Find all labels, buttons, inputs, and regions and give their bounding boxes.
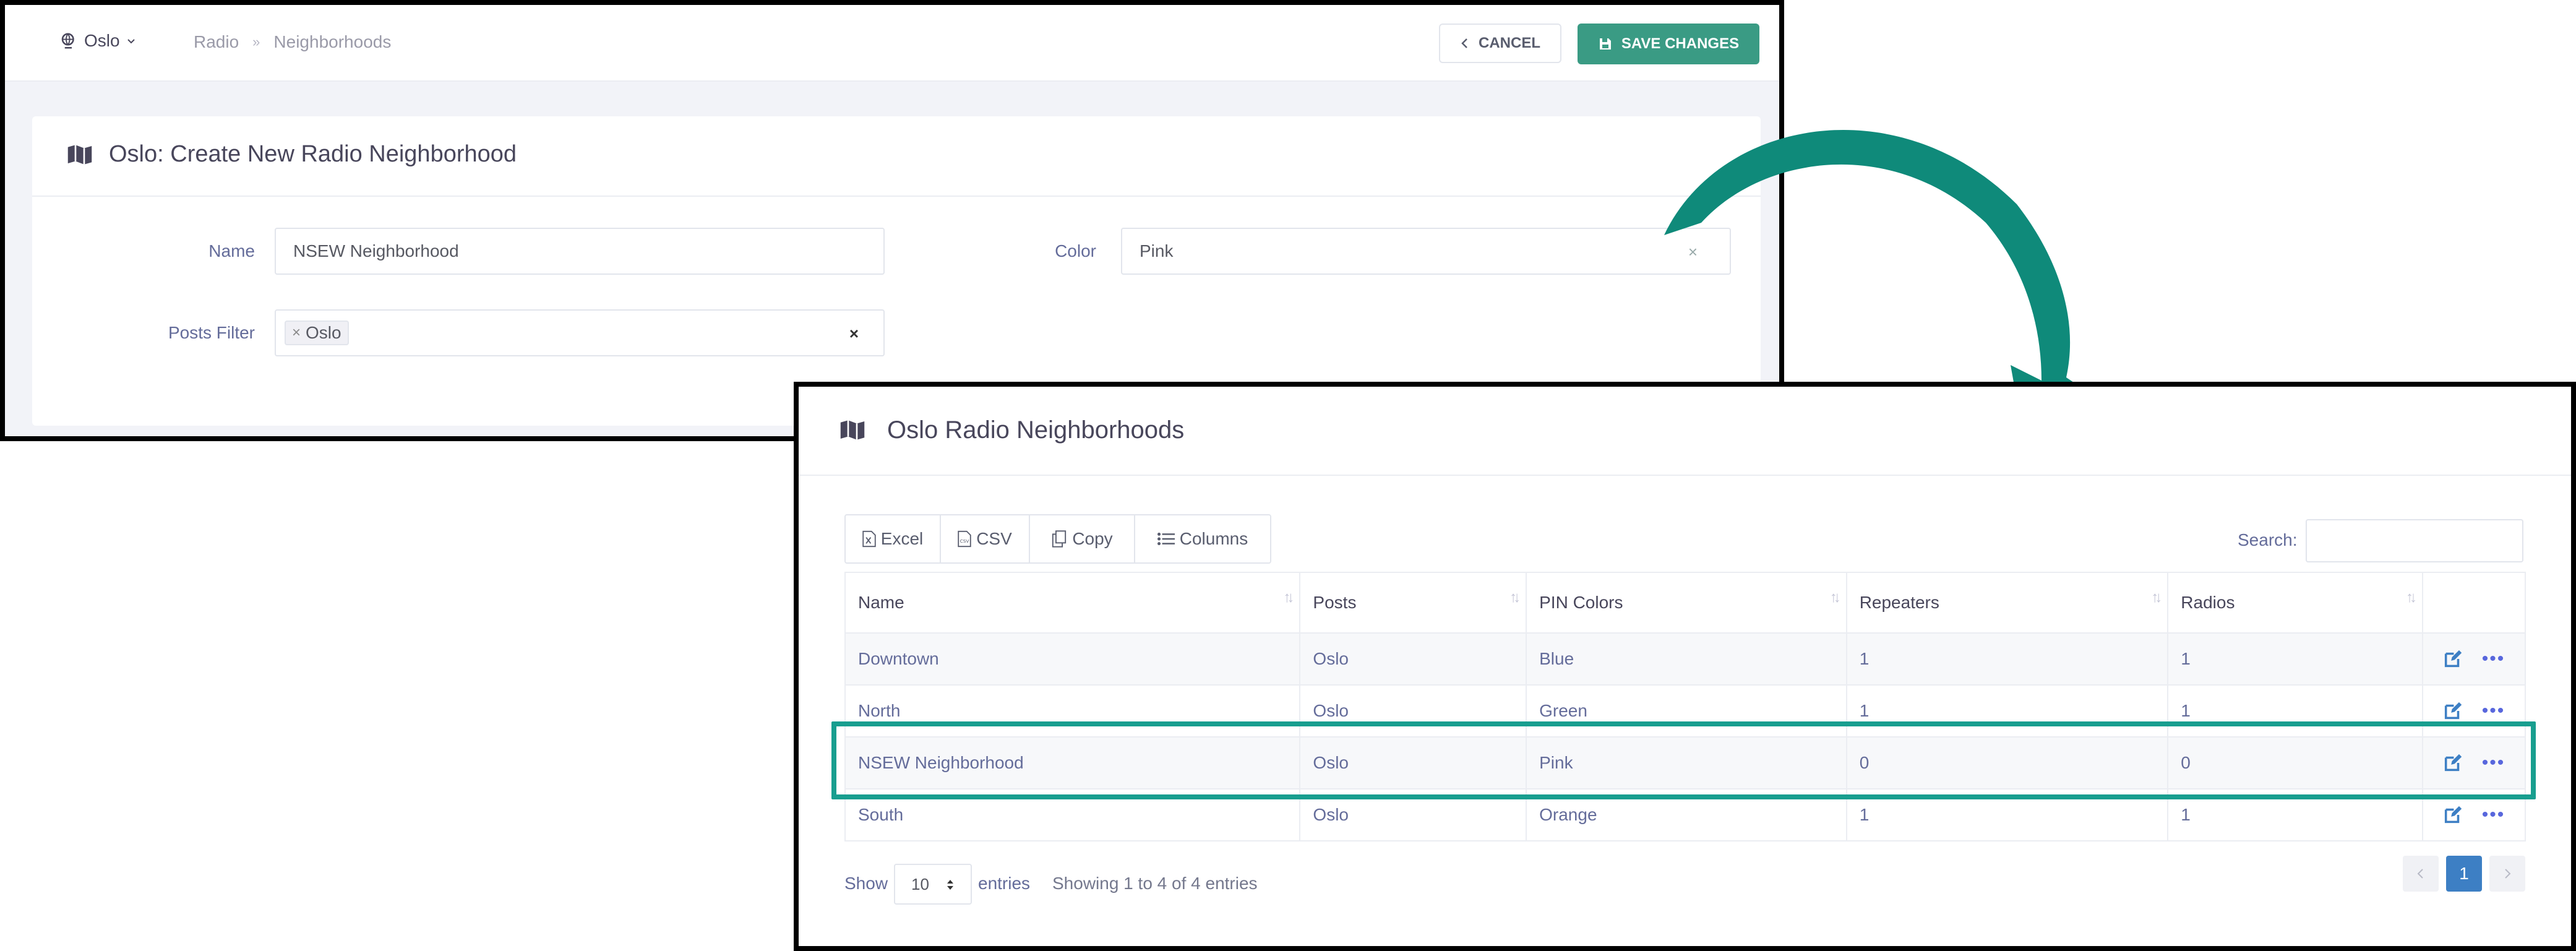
name-value: NSEW Neighborhood — [293, 241, 459, 260]
tag-label: Oslo — [306, 323, 341, 342]
neighborhoods-list-panel: Oslo Radio Neighborhoods Excel CSV CSV C… — [794, 382, 2576, 951]
show-label: Show — [844, 874, 888, 893]
table-info: Showing 1 to 4 of 4 entries — [1052, 874, 1258, 893]
excel-file-icon — [862, 530, 876, 548]
columns-label: Columns — [1179, 529, 1248, 548]
column-header-actions — [2421, 572, 2527, 634]
table-header-row: Name ↑↓ Posts ↑↓ PIN Colors ↑↓ Repeaters ↑↓ … — [844, 572, 2527, 634]
edit-icon[interactable] — [2442, 700, 2463, 721]
cell-posts: Oslo — [1299, 633, 1527, 686]
top-toolbar: Oslo Radio » Neighborhoods CANCEL SAVE C… — [5, 5, 1779, 82]
clear-posts-filter-icon[interactable]: × — [849, 324, 859, 343]
search-input[interactable] — [2306, 519, 2523, 562]
prev-page-button[interactable] — [2403, 856, 2439, 892]
tag-remove-icon[interactable]: × — [292, 324, 301, 342]
search-label: Search: — [2238, 530, 2298, 549]
column-header-label: PIN Colors — [1539, 593, 1623, 612]
floppy-disk-icon — [1599, 38, 1611, 49]
column-header-name[interactable]: Name ↑↓ — [844, 572, 1301, 634]
copy-label: Copy — [1072, 529, 1113, 548]
list-header: Oslo Radio Neighborhoods — [799, 387, 2571, 476]
cell-radios: 1 — [2167, 633, 2423, 686]
list-title: Oslo Radio Neighborhoods — [887, 416, 1185, 444]
sort-icon: ↑↓ — [1283, 589, 1294, 606]
column-header-label: Name — [858, 593, 904, 612]
sort-icon: ↑↓ — [2151, 589, 2162, 606]
page-length-value: 10 — [911, 874, 929, 893]
more-options-icon[interactable]: ••• — [2482, 700, 2505, 721]
page-title: Oslo: Create New Radio Neighborhood — [109, 141, 517, 167]
chevron-down-icon — [127, 39, 135, 44]
color-value: Pink — [1140, 241, 1174, 260]
cell-pin-color: Blue — [1526, 633, 1847, 686]
column-header-label: Repeaters — [1859, 593, 1939, 612]
neighborhoods-table: Name ↑↓ Posts ↑↓ PIN Colors ↑↓ Repeaters ↑↓ … — [844, 572, 2527, 841]
city-selector[interactable]: Oslo — [59, 31, 136, 51]
column-header-pin-colors[interactable]: PIN Colors ↑↓ — [1526, 572, 1847, 634]
csv-button[interactable]: CSV CSV — [940, 514, 1030, 564]
card-header: Oslo: Create New Radio Neighborhood — [32, 116, 1761, 197]
copy-button[interactable]: Copy — [1029, 514, 1135, 564]
sort-icon: ↑↓ — [2405, 589, 2417, 606]
svg-text:CSV: CSV — [960, 538, 969, 544]
column-header-radios[interactable]: Radios ↑↓ — [2167, 572, 2423, 634]
city-name: Oslo — [84, 31, 120, 50]
cell-actions: ••• — [2421, 633, 2527, 686]
column-header-label: Posts — [1313, 593, 1357, 612]
chevron-right-icon — [2505, 869, 2511, 879]
cancel-button[interactable]: CANCEL — [1439, 24, 1561, 63]
posts-filter-label: Posts Filter — [168, 323, 255, 342]
columns-button[interactable]: Columns — [1134, 514, 1271, 564]
highlight-box — [831, 721, 2536, 799]
color-select[interactable]: Pink × — [1121, 228, 1731, 275]
page-length-select[interactable]: 10 — [894, 864, 972, 905]
select-arrows-icon — [947, 880, 953, 890]
posts-filter-tag: × Oslo — [285, 321, 349, 345]
edit-icon[interactable] — [2442, 804, 2463, 825]
excel-button[interactable]: Excel — [844, 514, 941, 564]
breadcrumb-neighborhoods[interactable]: Neighborhoods — [273, 32, 391, 52]
save-label: SAVE CHANGES — [1621, 35, 1740, 52]
more-options-icon[interactable]: ••• — [2482, 804, 2505, 825]
chevron-left-icon — [2417, 869, 2423, 879]
cell-repeaters: 1 — [1845, 633, 2169, 686]
breadcrumb-radio[interactable]: Radio — [194, 32, 239, 52]
map-icon — [840, 420, 865, 440]
chevron-left-icon — [1461, 38, 1467, 48]
breadcrumb: Radio » Neighborhoods — [194, 32, 391, 52]
column-header-label: Radios — [2181, 593, 2235, 612]
excel-label: Excel — [880, 529, 924, 548]
cell-name: Downtown — [844, 633, 1301, 686]
csv-label: CSV — [976, 529, 1012, 548]
cancel-label: CANCEL — [1479, 35, 1540, 51]
name-label: Name — [208, 241, 255, 260]
color-label: Color — [1055, 241, 1096, 260]
sort-icon: ↑↓ — [1829, 589, 1841, 606]
map-icon — [67, 145, 92, 165]
more-options-icon[interactable]: ••• — [2482, 648, 2505, 669]
next-page-button[interactable] — [2489, 856, 2525, 892]
globe-icon — [61, 33, 74, 49]
posts-filter-select[interactable]: × Oslo × — [275, 309, 885, 356]
column-header-repeaters[interactable]: Repeaters ↑↓ — [1845, 572, 2169, 634]
entries-label: entries — [978, 874, 1031, 893]
edit-icon[interactable] — [2442, 648, 2463, 669]
csv-file-icon: CSV — [958, 530, 971, 548]
create-neighborhood-panel: Oslo Radio » Neighborhoods CANCEL SAVE C… — [0, 0, 1784, 441]
column-header-posts[interactable]: Posts ↑↓ — [1299, 572, 1527, 634]
breadcrumb-separator: » — [252, 34, 260, 49]
name-field[interactable]: NSEW Neighborhood — [275, 228, 885, 275]
page-1-button[interactable]: 1 — [2446, 856, 2482, 892]
table-row[interactable]: Downtown Oslo Blue 1 1 ••• — [844, 633, 2527, 686]
list-icon — [1157, 532, 1175, 546]
copy-icon — [1052, 530, 1067, 548]
create-form-card: Oslo: Create New Radio Neighborhood Name… — [32, 116, 1761, 426]
sort-icon: ↑↓ — [1509, 589, 1521, 606]
save-changes-button[interactable]: SAVE CHANGES — [1578, 24, 1759, 64]
